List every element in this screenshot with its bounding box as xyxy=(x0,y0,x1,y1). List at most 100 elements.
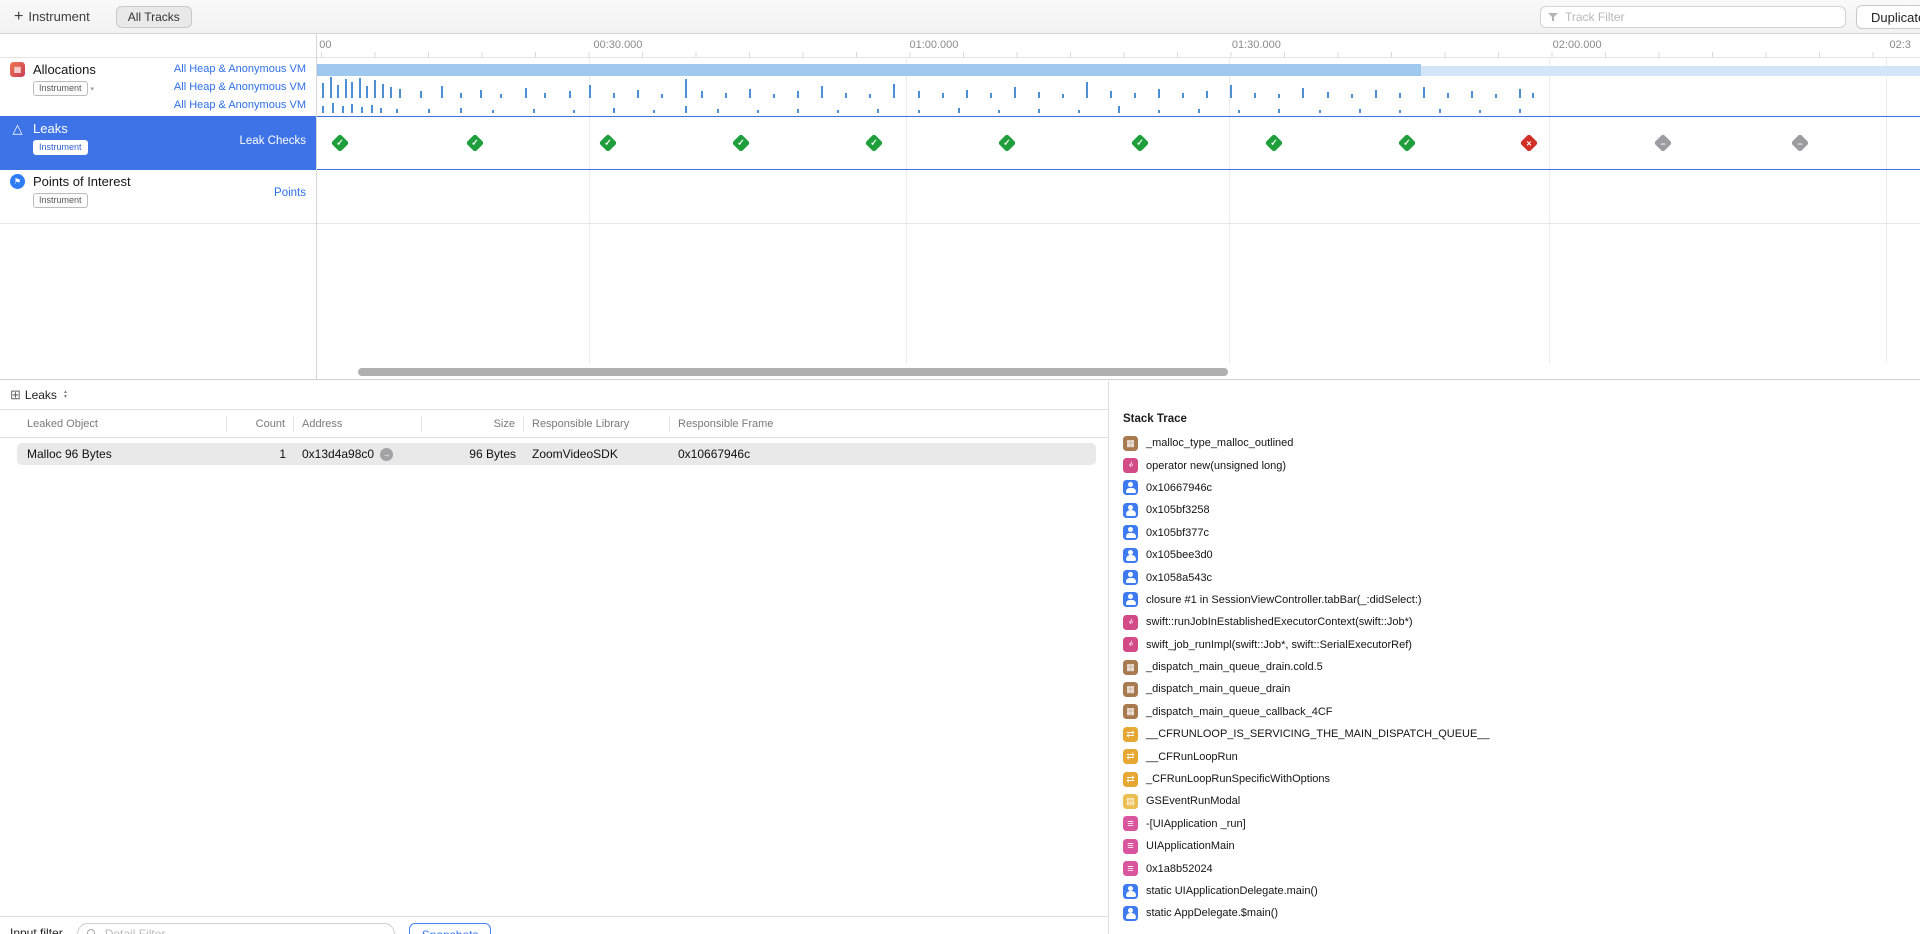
code-frame-icon xyxy=(1123,614,1138,630)
track-row-points-of-interest[interactable]: Points of Interest Instrument Points xyxy=(0,170,1920,224)
stack-frame[interactable]: 0x105bf377c xyxy=(1109,522,1920,544)
table-row[interactable]: Malloc 96 Bytes 1 0x13d4a98c0 96 Bytes Z… xyxy=(17,443,1096,465)
stack-frame[interactable]: __CFRUNLOOP_IS_SERVICING_THE_MAIN_DISPAT… xyxy=(1109,723,1920,745)
stack-frame[interactable]: swift_job_runImpl(swift::Job*, swift::Se… xyxy=(1109,634,1920,656)
leaks-instrument-icon xyxy=(10,121,25,136)
timeline-ruler[interactable]: 00 00:30.000 01:00.000 01:30.000 02:00.000 02… xyxy=(316,34,1920,58)
allocation-bar xyxy=(997,109,1000,113)
stack-frame[interactable]: swift::runJobInEstablishedExecutorContex… xyxy=(1109,611,1920,633)
allocation-bar xyxy=(957,108,960,113)
selector-chevrons-icon[interactable] xyxy=(63,390,68,400)
column-header-leaked-object[interactable]: Leaked Object xyxy=(0,415,227,432)
leak-check-error-icon[interactable]: × xyxy=(1519,133,1538,153)
column-header-size[interactable]: Size xyxy=(422,415,524,432)
allocation-bar xyxy=(341,106,344,113)
chevron-down-icon: ▾ xyxy=(90,85,95,93)
uikit-frame-icon xyxy=(1123,816,1138,832)
stack-frame[interactable]: _dispatch_main_queue_drain.cold.5 xyxy=(1109,656,1920,678)
allocation-bar xyxy=(1519,108,1521,113)
snapshots-button[interactable]: Snapshots xyxy=(408,923,492,934)
stack-frame[interactable]: 0x1058a543c xyxy=(1109,566,1920,588)
track-row-allocations[interactable]: Allocations Instrument ▾ All Heap & Anon… xyxy=(0,58,1920,116)
allocation-bar xyxy=(636,90,639,98)
stack-frame[interactable]: GSEventRunModal xyxy=(1109,790,1920,812)
lane-label-heap-3[interactable]: All Heap & Anonymous VM xyxy=(174,96,306,114)
ruler-corner xyxy=(0,34,316,58)
stack-frame[interactable]: 0x105bf3258 xyxy=(1109,499,1920,521)
stack-frame[interactable]: _dispatch_main_queue_callback_4CF xyxy=(1109,701,1920,723)
leak-check-ok-icon[interactable]: ✓ xyxy=(1131,133,1150,153)
lane-label-heap-2[interactable]: All Heap & Anonymous VM xyxy=(174,78,306,96)
allocation-bar xyxy=(797,108,800,113)
allocation-bar xyxy=(893,83,896,98)
stack-frame[interactable]: _malloc_type_malloc_outlined xyxy=(1109,432,1920,454)
points-label: Points xyxy=(274,187,306,199)
column-header-address[interactable]: Address xyxy=(294,415,422,432)
stack-frame[interactable]: static UIApplicationDelegate.main() xyxy=(1109,880,1920,902)
detail-filter-field[interactable] xyxy=(76,923,395,934)
allocation-bar xyxy=(365,85,368,98)
cell-responsible-frame: 0x10667946c xyxy=(678,447,751,461)
allocation-bar xyxy=(684,79,687,98)
detail-filter-input[interactable] xyxy=(102,926,386,934)
allocation-bar xyxy=(757,110,760,113)
stack-trace-title: Stack Trace xyxy=(1123,413,1187,425)
stack-frame[interactable]: __CFRunLoopRun xyxy=(1109,745,1920,767)
instrument-badge[interactable]: Instrument xyxy=(33,81,88,97)
allocation-bar xyxy=(797,91,800,98)
add-instrument-button[interactable]: Instrument xyxy=(14,9,89,24)
leak-check-pending-icon[interactable]: – xyxy=(1790,133,1809,153)
column-header-responsible-library[interactable]: Responsible Library xyxy=(524,415,670,432)
ruler-label: 01:00.000 xyxy=(909,39,959,51)
duplicate-button[interactable]: Duplicate xyxy=(1856,5,1920,29)
column-header-count[interactable]: Count xyxy=(227,415,294,432)
stack-frame[interactable]: 0x10667946c xyxy=(1109,477,1920,499)
allocations-track-name: Allocations xyxy=(33,62,96,77)
all-tracks-button[interactable]: All Tracks xyxy=(115,5,192,28)
allocation-bar xyxy=(1077,110,1080,113)
leak-check-ok-icon[interactable]: ✓ xyxy=(864,133,884,153)
allocation-bar xyxy=(322,105,325,113)
detail-pane: Leaks Leaked Object Count Address Size R… xyxy=(0,381,1108,934)
ruler-label: 01:30.000 xyxy=(1231,39,1281,51)
cell-count: 1 xyxy=(279,447,286,461)
instrument-badge[interactable]: Instrument xyxy=(33,140,88,156)
ruler-label: 00:30.000 xyxy=(593,39,643,51)
stack-frame[interactable]: 0x1a8b52024 xyxy=(1109,857,1920,879)
allocation-bar xyxy=(1438,109,1441,113)
allocation-bar xyxy=(700,91,703,98)
allocation-bar xyxy=(1470,91,1473,98)
leak-checks-label: Leak Checks xyxy=(239,135,306,147)
stack-frame[interactable]: operator new(unsigned long) xyxy=(1109,454,1920,476)
stack-frame[interactable]: _dispatch_main_queue_drain xyxy=(1109,678,1920,700)
column-header-responsible-frame[interactable]: Responsible Frame xyxy=(670,416,1108,432)
track-row-leaks[interactable]: ✓ ✓ ✓ ✓ ✓ ✓ ✓ ✓ ✓ × – – Leaks Instrument Leak Check… xyxy=(0,116,1920,170)
leak-check-pending-icon[interactable]: – xyxy=(1654,133,1673,153)
stack-frame[interactable]: 0x105bee3d0 xyxy=(1109,544,1920,566)
stack-frame[interactable]: -[UIApplication _run] xyxy=(1109,813,1920,835)
goto-arrow-icon[interactable] xyxy=(380,447,394,461)
lane-label-heap-1[interactable]: All Heap & Anonymous VM xyxy=(174,60,306,78)
leak-check-ok-icon[interactable]: ✓ xyxy=(598,133,618,153)
allocation-bar xyxy=(336,84,339,98)
stack-frame[interactable]: _CFRunLoopRunSpecificWithOptions xyxy=(1109,768,1920,790)
allocation-bar xyxy=(420,91,423,98)
stack-frame[interactable]: UIApplicationMain xyxy=(1109,835,1920,857)
detail-view-selector[interactable]: Leaks xyxy=(25,388,57,402)
leak-check-ok-icon[interactable]: ✓ xyxy=(1264,133,1283,153)
horizontal-scrollbar[interactable] xyxy=(316,368,1920,376)
leak-check-ok-icon[interactable]: ✓ xyxy=(731,133,751,153)
leak-check-ok-icon[interactable]: ✓ xyxy=(330,133,350,153)
user-frame-icon xyxy=(1123,905,1138,921)
ruler-label: 00 xyxy=(319,39,332,51)
leak-check-ok-icon[interactable]: ✓ xyxy=(1397,133,1416,153)
leak-check-ok-icon[interactable]: ✓ xyxy=(998,133,1017,153)
leak-check-ok-icon[interactable]: ✓ xyxy=(465,133,484,153)
stack-frame[interactable]: static AppDelegate.$main() xyxy=(1109,902,1920,924)
stack-frame[interactable]: closure #1 in SessionViewController.tabB… xyxy=(1109,589,1920,611)
track-filter-input[interactable] xyxy=(1563,9,1838,25)
horizontal-scrollbar-thumb[interactable] xyxy=(358,368,1228,376)
track-filter-field[interactable] xyxy=(1540,6,1846,28)
instrument-badge[interactable]: Instrument xyxy=(33,193,88,209)
allocation-bar xyxy=(428,109,431,113)
